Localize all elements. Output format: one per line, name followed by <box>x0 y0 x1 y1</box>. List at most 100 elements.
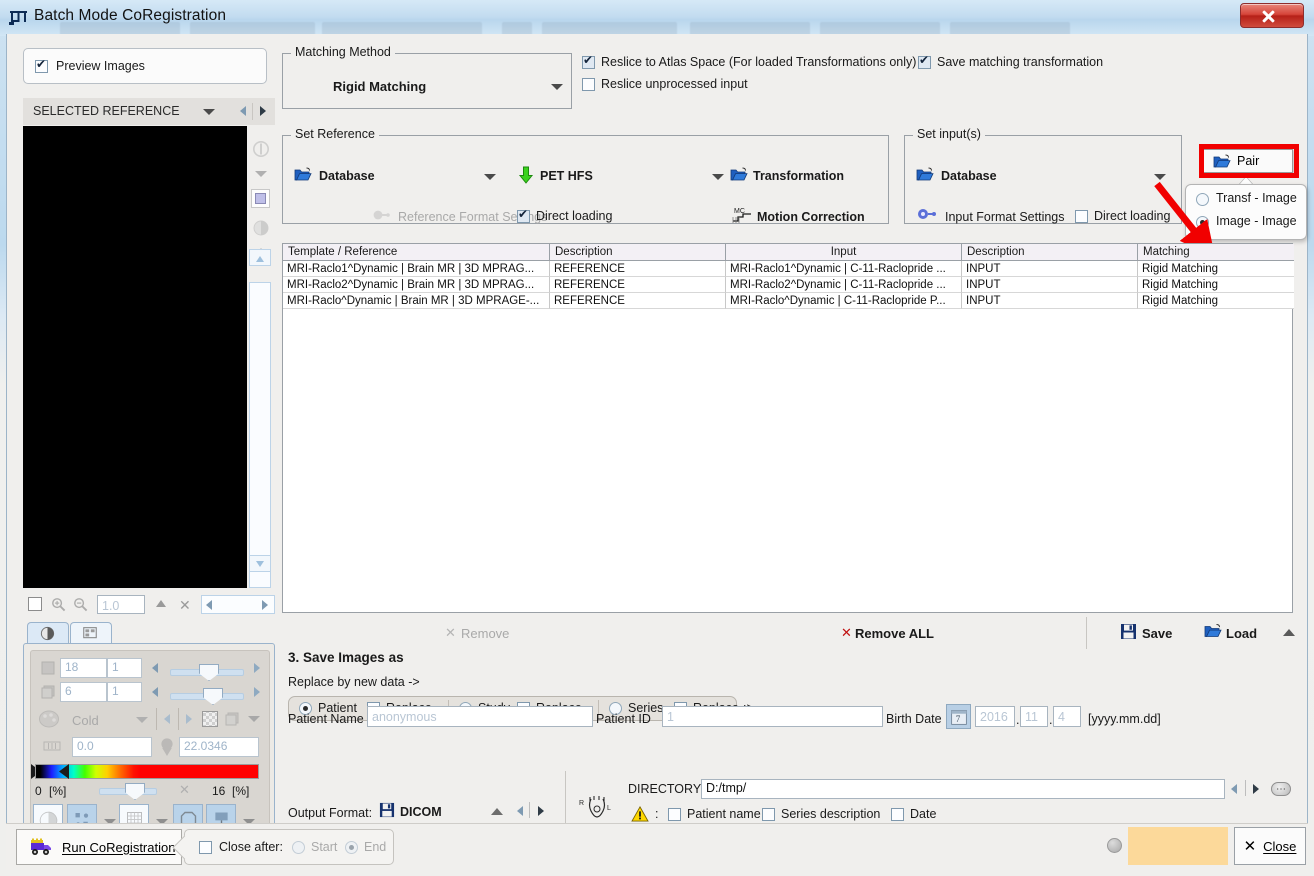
close-after-end-radio[interactable] <box>345 841 358 854</box>
reference-database-label[interactable]: Database <box>319 169 375 183</box>
set-reference-group: Set Reference Database PET HFS Transform… <box>282 127 889 224</box>
zoom-out-icon[interactable] <box>73 597 88 612</box>
palette-icon[interactable] <box>38 709 60 729</box>
input-direct-loading-checkbox[interactable] <box>1075 210 1088 223</box>
scroll-down-button[interactable] <box>249 555 271 572</box>
table-header-input[interactable]: Input <box>726 244 962 261</box>
transparency-button[interactable] <box>202 711 218 727</box>
selected-reference-dropdown-icon[interactable] <box>203 109 215 115</box>
patient-id-input[interactable]: 1 <box>662 706 883 727</box>
scroll-up-button[interactable] <box>249 249 271 266</box>
motion-correction-label[interactable]: Motion Correction <box>757 210 865 224</box>
frame-value-field[interactable]: 6 <box>60 682 107 702</box>
contrast-icon[interactable] <box>252 140 270 158</box>
lut-divider <box>156 708 157 730</box>
birth-month-input[interactable]: 11 <box>1020 706 1048 727</box>
slice-value-field[interactable]: 18 <box>60 658 107 678</box>
max-value-field[interactable]: 22.0346 <box>179 737 259 757</box>
directory-more-button[interactable]: ⋯ <box>1271 782 1291 796</box>
select-square-button[interactable] <box>28 597 42 611</box>
birth-date-calendar-button[interactable]: 7 <box>946 704 971 729</box>
page-stepper[interactable] <box>201 595 275 614</box>
preview-images-checkbox[interactable] <box>35 58 48 73</box>
application-window: Batch Mode CoRegistration Preview Images… <box>0 0 1314 876</box>
directory-input[interactable]: D:/tmp/ <box>701 779 1225 799</box>
layers-dropdown-icon[interactable] <box>248 716 260 722</box>
table-header-description1[interactable]: Description <box>550 244 726 261</box>
min-value-field[interactable]: 0.0 <box>72 737 152 757</box>
input-database-dropdown-icon[interactable] <box>1154 174 1166 180</box>
reference-direct-loading-checkbox[interactable] <box>517 208 530 223</box>
birth-year-input[interactable]: 2016 <box>975 706 1015 727</box>
load-button-label[interactable]: Load <box>1226 626 1257 641</box>
slice-step-field[interactable]: 1 <box>107 658 142 678</box>
patient-name-input[interactable]: anonymous <box>367 706 593 727</box>
table-header-description2[interactable]: Description <box>962 244 1138 261</box>
zoom-value-field[interactable]: 1.0 <box>97 595 145 614</box>
matching-method-value: Rigid Matching <box>333 79 427 94</box>
pair-button[interactable]: Pair <box>1203 149 1293 173</box>
layout-button[interactable] <box>251 189 270 208</box>
output-format-up-icon[interactable] <box>491 808 503 815</box>
reference-orientation-dropdown-icon[interactable] <box>712 174 724 180</box>
reference-orientation-label[interactable]: PET HFS <box>540 169 593 183</box>
output-format-value[interactable]: DICOM <box>400 805 442 819</box>
range-icon <box>43 741 61 751</box>
viewer-tabstrip <box>23 622 275 644</box>
input-settings-plug-icon <box>918 209 936 219</box>
window-reset-icon[interactable]: ✕ <box>179 782 190 798</box>
opt-date-checkbox[interactable] <box>891 808 904 821</box>
layers-icon[interactable] <box>224 711 240 727</box>
zoom-in-icon[interactable] <box>51 597 66 612</box>
load-folder-icon[interactable] <box>1204 623 1222 639</box>
pair-option-image-image-radio[interactable] <box>1196 216 1209 229</box>
save-matching-checkbox[interactable] <box>918 54 931 69</box>
table-header-matching[interactable]: Matching <box>1138 244 1294 261</box>
frame-step-field[interactable]: 1 <box>107 682 142 702</box>
tab-layout[interactable] <box>70 622 112 644</box>
reslice-unprocessed-checkbox[interactable] <box>582 78 595 91</box>
output-options-colon: : <box>655 807 659 821</box>
save-button-label[interactable]: Save <box>1142 626 1172 641</box>
reference-database-dropdown-icon[interactable] <box>484 174 496 180</box>
reference-next-icon[interactable] <box>260 106 266 116</box>
colorbar-high-value: 16 <box>212 784 226 798</box>
table-header-row: Template / Reference Description Input D… <box>283 244 1294 261</box>
zoom-up-icon[interactable] <box>156 600 166 607</box>
reslice-atlas-checkbox[interactable] <box>582 54 595 69</box>
lut-dropdown-icon[interactable] <box>136 717 148 723</box>
close-button[interactable]: ✕ Close <box>1234 827 1306 865</box>
remove-all-button-label[interactable]: Remove ALL <box>855 626 934 641</box>
date-sep-1: . <box>1016 713 1020 727</box>
window-close-button[interactable] <box>1240 3 1304 28</box>
save-disk-icon[interactable] <box>1120 623 1137 640</box>
opt-patient-name-checkbox[interactable] <box>668 808 681 821</box>
viewer-dropdown-icon[interactable] <box>255 171 267 177</box>
threshold-icon[interactable] <box>159 737 175 756</box>
remove-icon: ✕ <box>445 625 456 640</box>
opt-series-description-checkbox[interactable] <box>762 808 775 821</box>
birth-day-input[interactable]: 4 <box>1053 706 1081 727</box>
slice-icon <box>41 661 55 675</box>
halfmoon-icon[interactable] <box>252 219 270 237</box>
run-coregistration-button[interactable]: Run CoRegistration <box>16 829 182 865</box>
reference-image-canvas[interactable] <box>23 126 247 588</box>
reference-prev-icon[interactable] <box>240 106 246 116</box>
cell-template: MRI-Raclo^Dynamic | Brain MR | 3D MPRAGE… <box>283 293 550 309</box>
close-after-checkbox[interactable] <box>199 841 212 854</box>
remove-all-icon[interactable]: ✕ <box>841 625 852 641</box>
viewer-scrollbar[interactable] <box>249 282 271 588</box>
tab-display[interactable] <box>27 622 69 644</box>
lut-divider2 <box>178 708 179 730</box>
zoom-reset-icon[interactable]: ✕ <box>179 597 191 614</box>
input-format-settings-label[interactable]: Input Format Settings <box>945 210 1065 224</box>
close-after-start-radio[interactable] <box>292 841 305 854</box>
orientation-rl-icon[interactable]: R L <box>579 794 615 824</box>
matching-method-dropdown-icon[interactable] <box>551 84 563 90</box>
transformation-button-label[interactable]: Transformation <box>753 169 844 183</box>
cell-matching: Rigid Matching <box>1138 261 1294 277</box>
toolbar-collapse-icon[interactable] <box>1283 629 1295 636</box>
table-header-template[interactable]: Template / Reference <box>283 244 550 261</box>
input-database-label[interactable]: Database <box>941 169 997 183</box>
pair-option-transf-image-radio[interactable] <box>1196 193 1209 206</box>
